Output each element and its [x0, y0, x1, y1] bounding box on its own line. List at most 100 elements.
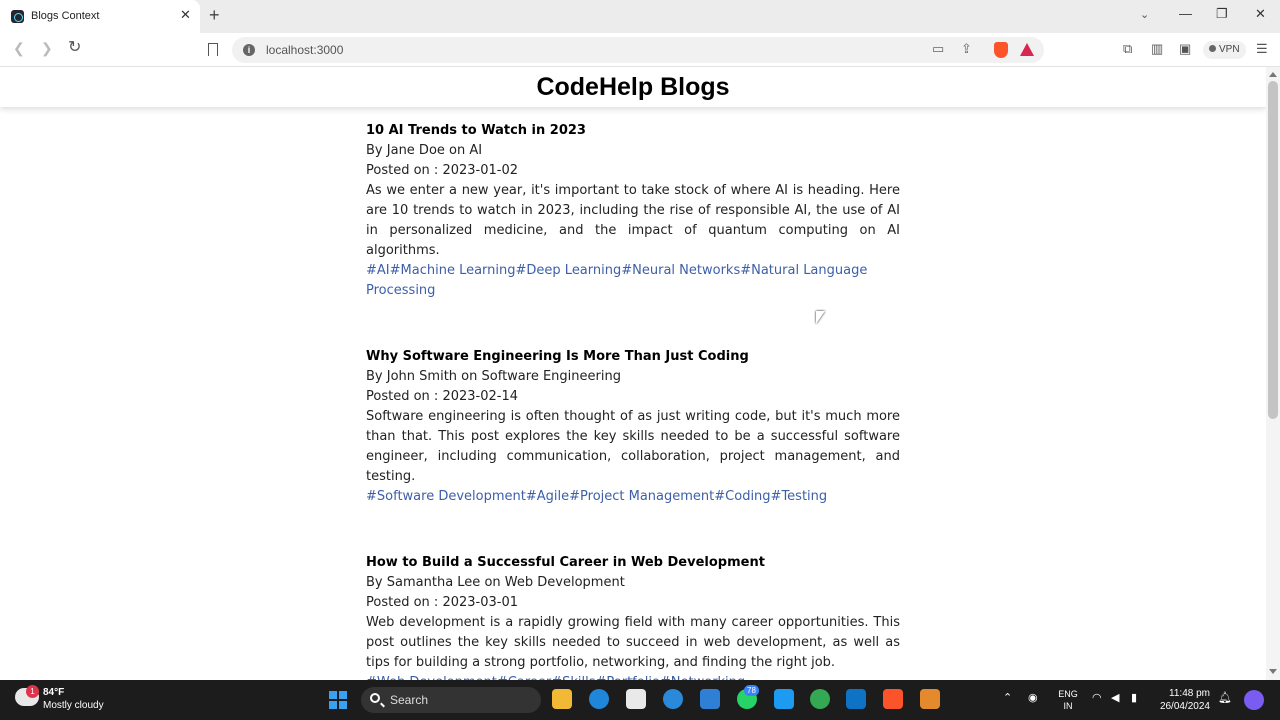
copilot-icon[interactable]: [1244, 690, 1264, 710]
close-window-button[interactable]: ✕: [1255, 7, 1266, 20]
blog-post: 10 AI Trends to Watch in 2023 By Jane Doe…: [366, 121, 900, 301]
browser-tab-strip: Blogs Context ✕ + ⌄ — ❐ ✕: [0, 0, 1280, 33]
tag-link[interactable]: #Machine Learning: [390, 263, 516, 278]
weather-description[interactable]: Mostly cloudy: [43, 700, 104, 711]
blog-post-list: 10 AI Trends to Watch in 2023 By Jane Doe…: [366, 121, 900, 680]
byline-on: on: [484, 575, 501, 590]
post-byline: By Jane Doe on AI: [366, 141, 900, 161]
back-button[interactable]: ❮: [13, 41, 25, 55]
menu-icon[interactable]: ☰: [1256, 42, 1268, 55]
post-byline: By Samantha Lee on Web Development: [366, 573, 900, 593]
whatsapp-badge: 78: [744, 685, 759, 696]
web-page: CodeHelp Blogs 10 AI Trends to Watch in …: [0, 67, 1266, 680]
volume-icon[interactable]: ◀: [1111, 693, 1119, 704]
post-date-line: Posted on : 2023-02-14: [366, 387, 900, 407]
blog-post: How to Build a Successful Career in Web …: [366, 553, 900, 680]
tab-close-icon[interactable]: ✕: [180, 8, 191, 21]
post-author: John Smith: [386, 369, 458, 384]
page-header: CodeHelp Blogs: [0, 67, 1266, 107]
brave-rewards-icon[interactable]: [1020, 43, 1034, 56]
store-icon[interactable]: [626, 689, 646, 709]
post-category: Software Engineering: [481, 369, 621, 384]
address-bar[interactable]: i localhost:3000 ▭ ⇪: [232, 37, 1044, 63]
new-tab-button[interactable]: +: [209, 6, 220, 24]
taskbar-search[interactable]: Search: [361, 687, 541, 713]
meet-now-icon[interactable]: ◉: [1028, 693, 1038, 704]
post-title: 10 AI Trends to Watch in 2023: [366, 123, 586, 138]
tag-link[interactable]: #Agile: [526, 489, 569, 504]
wifi-icon[interactable]: ◠: [1092, 693, 1102, 704]
edge-icon[interactable]: [589, 689, 609, 709]
scroll-up-icon[interactable]: [1269, 72, 1277, 77]
chrome-icon[interactable]: [810, 689, 830, 709]
url-text[interactable]: localhost:3000: [266, 43, 343, 57]
tag-link[interactable]: #Software Development: [366, 489, 526, 504]
page-scrollbar[interactable]: [1266, 67, 1280, 680]
app-taskbar-icon[interactable]: [920, 689, 940, 709]
sidebar-icon[interactable]: ▥: [1151, 42, 1163, 55]
chevron-down-icon[interactable]: ⌄: [1140, 8, 1149, 21]
vscode-icon[interactable]: [846, 689, 866, 709]
post-author: Jane Doe: [386, 143, 445, 158]
post-date-line: Posted on : 2023-03-01: [366, 593, 900, 613]
browser-toolbar: ❮ ❯ ↻ i localhost:3000 ▭ ⇪ ⧉ ▥ ▣ VPN ☰: [0, 33, 1280, 67]
mysql-workbench-icon[interactable]: [700, 689, 720, 709]
minimize-button[interactable]: —: [1179, 7, 1192, 20]
byline-prefix: By: [366, 369, 383, 384]
brave-shields-icon[interactable]: [994, 42, 1008, 58]
vpn-label: VPN: [1219, 44, 1240, 55]
region-code: IN: [1063, 701, 1073, 711]
tab-title: Blogs Context: [31, 10, 100, 22]
cast-icon[interactable]: ▭: [932, 42, 944, 55]
tab-blogs-context[interactable]: Blogs Context ✕: [0, 0, 200, 33]
vpn-status-icon: [1209, 45, 1216, 52]
tag-link[interactable]: #Neural Networks: [621, 263, 740, 278]
search-label: Search: [390, 693, 429, 707]
date-prefix: Posted on :: [366, 595, 439, 610]
post-tags: #Software Development#Agile#Project Mana…: [366, 487, 900, 507]
extensions-icon[interactable]: ⧉: [1123, 42, 1132, 55]
bookmark-icon[interactable]: [208, 43, 218, 56]
tag-link[interactable]: #Coding: [714, 489, 770, 504]
tag-link[interactable]: #AI: [366, 263, 390, 278]
browser-app-icon[interactable]: [663, 689, 683, 709]
battery-icon[interactable]: ▮: [1131, 693, 1137, 704]
site-info-icon[interactable]: i: [243, 44, 255, 56]
chevron-up-icon[interactable]: ⌃: [1003, 693, 1012, 704]
windows-start-icon[interactable]: [329, 691, 347, 709]
byline-prefix: By: [366, 575, 383, 590]
tag-link[interactable]: #Deep Learning: [516, 263, 622, 278]
scroll-down-icon[interactable]: [1269, 669, 1277, 674]
vpn-button[interactable]: VPN: [1203, 41, 1246, 59]
post-category: Web Development: [504, 575, 625, 590]
byline-on: on: [449, 143, 466, 158]
twitter-icon[interactable]: [774, 689, 794, 709]
post-byline: By John Smith on Software Engineering: [366, 367, 900, 387]
byline-prefix: By: [366, 143, 383, 158]
clock[interactable]: 11:48 pm 26/04/2024: [1158, 687, 1210, 713]
tag-link[interactable]: #Testing: [771, 489, 828, 504]
weather-temperature[interactable]: 84°F: [43, 687, 64, 698]
restore-button[interactable]: ❐: [1216, 7, 1228, 20]
brave-taskbar-icon[interactable]: [883, 689, 903, 709]
weather-badge: 1: [26, 685, 39, 698]
post-tags: #Web Development#Career#Skills#Portfolio…: [366, 673, 900, 680]
taskbar: 1 84°F Mostly cloudy Search 78 ⌃ ◉ ENG IN…: [0, 680, 1280, 720]
post-title: Why Software Engineering Is More Than Ju…: [366, 349, 749, 364]
forward-button[interactable]: ❯: [41, 41, 53, 55]
post-title: How to Build a Successful Career in Web …: [366, 555, 765, 570]
scrollbar-thumb[interactable]: [1268, 81, 1278, 419]
blog-post: Why Software Engineering Is More Than Ju…: [366, 347, 900, 507]
wallet-icon[interactable]: ▣: [1179, 42, 1191, 55]
post-content: As we enter a new year, it's important t…: [366, 183, 900, 258]
share-icon[interactable]: ⇪: [961, 42, 972, 55]
post-content: Web development is a rapidly growing fie…: [366, 615, 900, 670]
post-date: 2023-03-01: [442, 595, 518, 610]
language-code: ENG: [1058, 689, 1078, 699]
post-content: Software engineering is often thought of…: [366, 409, 900, 484]
notification-bell-icon[interactable]: 🔔︎: [1218, 693, 1232, 704]
tag-link[interactable]: #Project Management: [569, 489, 714, 504]
language-indicator[interactable]: ENG IN: [1055, 688, 1081, 712]
file-explorer-icon[interactable]: [552, 689, 572, 709]
reload-button[interactable]: ↻: [68, 40, 81, 56]
